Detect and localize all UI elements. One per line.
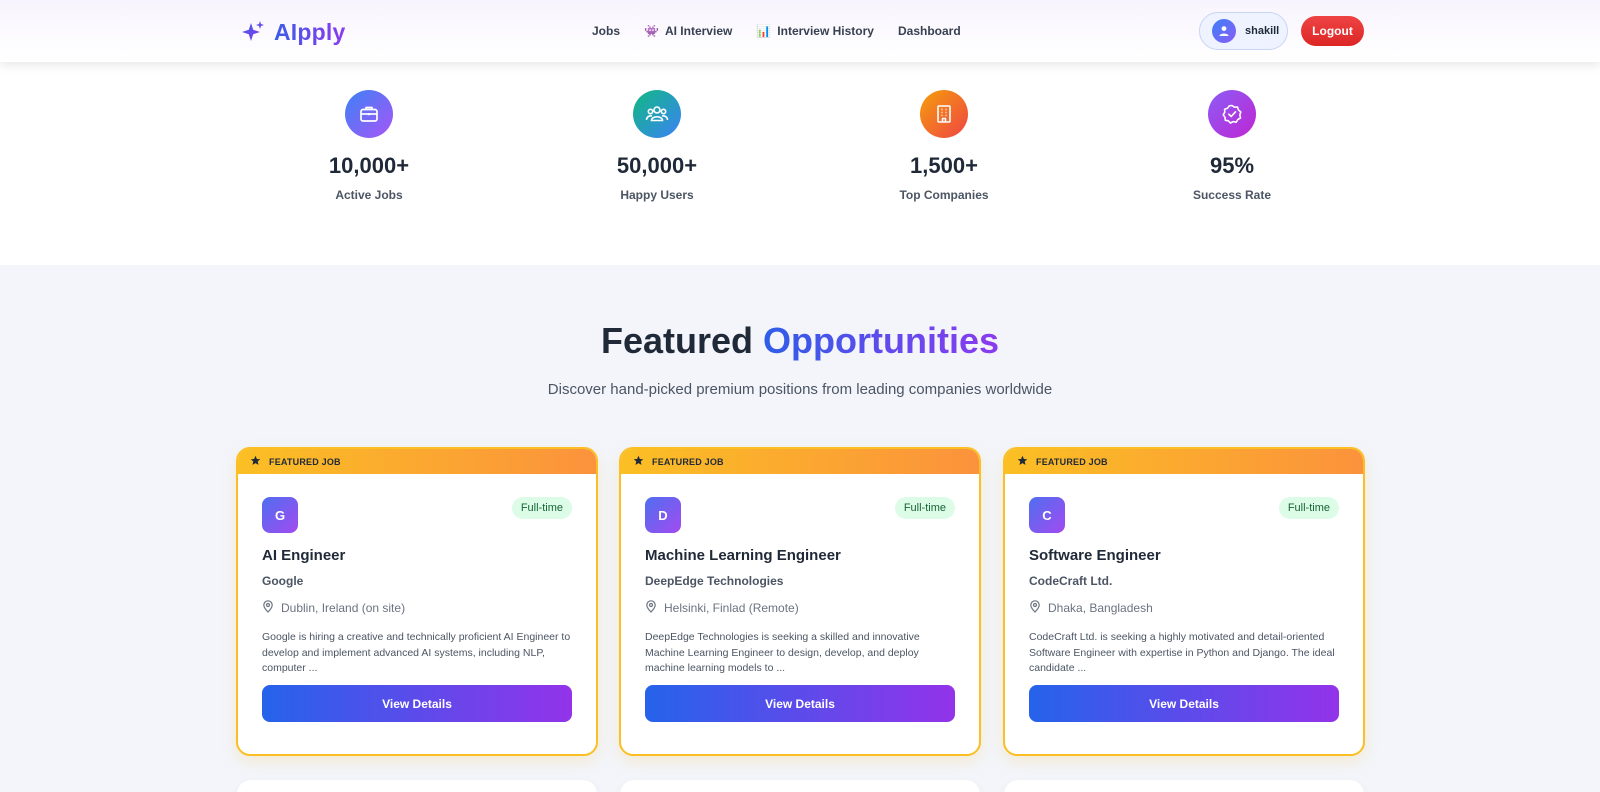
stat-top-companies: 1,500+ Top Companies <box>824 90 1064 202</box>
user-name: shakill <box>1245 25 1280 37</box>
nav-item-jobs[interactable]: Jobs <box>592 24 620 38</box>
featured-job-banner: FEATURED JOB <box>238 449 596 474</box>
app-name: AIpply <box>274 18 346 45</box>
stat-label: Happy Users <box>620 188 694 202</box>
job-description: CodeCraft Ltd. is seeking a highly motiv… <box>1029 631 1335 674</box>
nav-item-interview-history[interactable]: 📊 Interview History <box>756 24 874 38</box>
star-icon <box>250 455 261 468</box>
featured-job-banner: FEATURED JOB <box>1005 449 1363 474</box>
job-type-badge: Full-time <box>511 497 572 519</box>
stat-value: 10,000+ <box>328 153 410 178</box>
map-pin-icon <box>262 600 274 616</box>
banner-label: FEATURED JOB <box>652 456 724 467</box>
job-description: Google is hiring a creative and technica… <box>262 631 571 674</box>
banner-label: FEATURED JOB <box>269 456 341 467</box>
main-nav: Jobs 👾 AI Interview 📊 Interview History … <box>592 21 961 41</box>
banner-label: FEATURED JOB <box>1036 456 1108 467</box>
avatar <box>1212 19 1236 43</box>
job-title[interactable]: AI Engineer <box>262 547 345 564</box>
company-name: CodeCraft Ltd. <box>1029 574 1113 588</box>
job-location: Dublin, Ireland (on site) <box>262 600 405 616</box>
job-card-partial[interactable] <box>237 780 597 792</box>
nav-item-label: Dashboard <box>897 24 961 38</box>
top-navbar: AIpply Jobs 👾 AI Interview 📊 Interview H… <box>0 0 1600 62</box>
nav-item-label: Interview History <box>777 24 874 38</box>
nav-item-label: AI Interview <box>664 24 733 38</box>
stat-success-rate: 95% Success Rate <box>1112 90 1352 202</box>
stat-label: Active Jobs <box>335 188 403 202</box>
users-icon <box>633 90 681 138</box>
featured-heading-part1: Featured <box>600 320 754 361</box>
job-card[interactable]: FEATURED JOB G Full-time AI Engineer Goo… <box>236 447 598 756</box>
job-card[interactable]: FEATURED JOB C Full-time Software Engine… <box>1003 447 1365 756</box>
stat-value: 1,500+ <box>910 153 978 178</box>
job-type-badge: Full-time <box>894 497 955 519</box>
logout-button[interactable]: Logout <box>1301 16 1364 46</box>
featured-job-banner: FEATURED JOB <box>621 449 979 474</box>
user-icon <box>1219 26 1229 36</box>
location-text: Helsinki, Finlad (Remote) <box>664 601 799 615</box>
job-description: DeepEdge Technologies is seeking a skill… <box>645 631 920 674</box>
badge-check-icon <box>1208 90 1256 138</box>
stat-value: 50,000+ <box>616 153 698 178</box>
company-logo: C <box>1029 497 1065 533</box>
star-icon <box>1017 455 1028 468</box>
view-details-button[interactable]: View Details <box>1029 685 1339 722</box>
company-name: DeepEdge Technologies <box>645 574 784 588</box>
job-title[interactable]: Software Engineer <box>1029 547 1161 564</box>
location-text: Dublin, Ireland (on site) <box>281 601 406 615</box>
map-pin-icon <box>645 600 657 616</box>
job-card-partial[interactable] <box>620 780 980 792</box>
stat-active-jobs: 10,000+ Active Jobs <box>249 90 489 202</box>
sparkles-icon <box>240 19 266 45</box>
location-text: Dhaka, Bangladesh <box>1048 601 1153 615</box>
featured-subtitle: Discover hand-picked premium positions f… <box>547 381 1053 398</box>
map-pin-icon <box>1029 600 1041 616</box>
company-name: Google <box>262 574 304 588</box>
star-icon <box>633 455 644 468</box>
bar-chart-icon: 📊 <box>756 24 772 38</box>
job-location: Dhaka, Bangladesh <box>1029 600 1153 616</box>
featured-heading: Featured Opportunities <box>0 320 1600 362</box>
stats-section: 10,000+ Active Jobs 50,000+ Happy Users … <box>0 62 1600 265</box>
company-logo: D <box>645 497 681 533</box>
stat-happy-users: 50,000+ Happy Users <box>537 90 777 202</box>
stat-value: 95% <box>1209 153 1255 178</box>
job-card[interactable]: FEATURED JOB D Full-time Machine Learnin… <box>619 447 981 756</box>
job-title[interactable]: Machine Learning Engineer <box>645 547 841 564</box>
stat-label: Top Companies <box>899 188 989 202</box>
job-card-partial[interactable] <box>1004 780 1364 792</box>
alien-monster-icon: 👾 <box>644 24 659 38</box>
view-details-button[interactable]: View Details <box>645 685 955 722</box>
nav-item-dashboard[interactable]: Dashboard <box>898 24 961 38</box>
user-menu[interactable]: shakill <box>1199 12 1288 50</box>
stat-label: Success Rate <box>1192 188 1272 202</box>
nav-item-ai-interview[interactable]: 👾 AI Interview <box>644 24 732 38</box>
company-logo: G <box>262 497 298 533</box>
job-location: Helsinki, Finlad (Remote) <box>645 600 799 616</box>
nav-item-label: Jobs <box>592 24 621 38</box>
view-details-button[interactable]: View Details <box>262 685 572 722</box>
briefcase-icon <box>345 90 393 138</box>
featured-heading-part2: Opportunities <box>763 320 1000 361</box>
job-type-badge: Full-time <box>1278 497 1339 519</box>
app-logo[interactable]: AIpply <box>240 17 345 47</box>
building-icon <box>920 90 968 138</box>
